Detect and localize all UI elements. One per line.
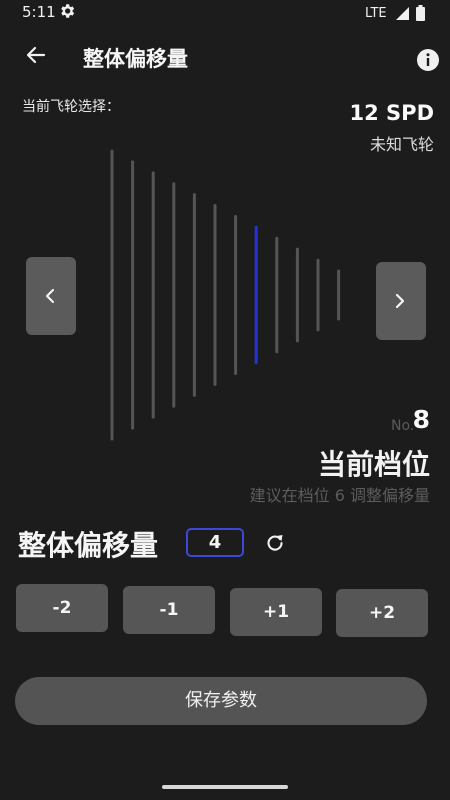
chevron-left-icon bbox=[45, 288, 55, 304]
current-gear-title: 当前档位 bbox=[317, 448, 430, 481]
home-indicator bbox=[162, 785, 288, 789]
plus-2-button[interactable]: +2 bbox=[336, 589, 428, 637]
chevron-right-icon bbox=[395, 293, 405, 309]
reset-icon[interactable] bbox=[263, 531, 287, 555]
cassette-visual bbox=[110, 149, 341, 441]
gear-number-label: No. bbox=[391, 418, 415, 434]
flywheel-speed: 12 SPD bbox=[349, 101, 434, 125]
signal-icon bbox=[396, 7, 409, 20]
gear-number: 8 bbox=[412, 405, 430, 434]
gear-hint: 建议在档位 6 调整偏移量 bbox=[249, 486, 430, 505]
status-bar: 5:11 LTE bbox=[0, 0, 450, 28]
page-title: 整体偏移量 bbox=[83, 47, 188, 71]
flywheel-label: 当前飞轮选择： bbox=[22, 99, 120, 115]
next-gear-button[interactable] bbox=[376, 262, 426, 340]
save-button[interactable]: 保存参数 bbox=[15, 677, 427, 725]
settings-gear-icon bbox=[61, 4, 75, 18]
minus-1-button[interactable]: -1 bbox=[123, 586, 215, 634]
back-arrow-icon[interactable] bbox=[24, 43, 48, 67]
status-time: 5:11 bbox=[22, 3, 56, 21]
offset-title: 整体偏移量 bbox=[18, 529, 159, 562]
previous-gear-button[interactable] bbox=[26, 257, 76, 335]
plus-1-button[interactable]: +1 bbox=[230, 588, 322, 636]
offset-value: 4 bbox=[186, 528, 244, 557]
info-icon[interactable] bbox=[416, 48, 440, 72]
minus-2-button[interactable]: -2 bbox=[16, 584, 108, 632]
battery-icon bbox=[416, 5, 425, 21]
network-type: LTE bbox=[365, 6, 387, 21]
flywheel-name: 未知飞轮 bbox=[369, 135, 434, 154]
